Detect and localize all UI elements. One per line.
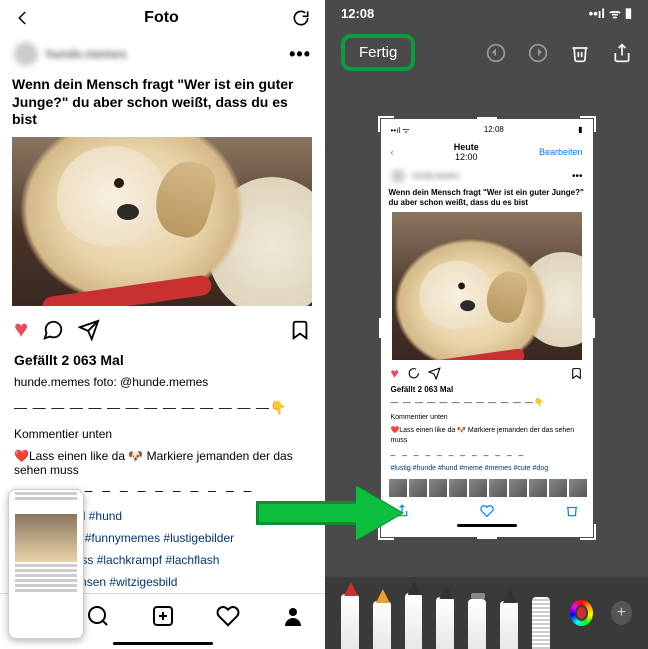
undo-icon[interactable] xyxy=(486,43,506,63)
screenshot-thumbnail[interactable] xyxy=(8,489,84,639)
avatar xyxy=(14,42,38,66)
more-icon[interactable]: ••• xyxy=(289,44,311,65)
screenshot-preview[interactable]: ••ıl ᯤ12:08▮ ‹ Heute12:00 Bearbeiten hun… xyxy=(381,119,593,536)
pen-tool[interactable] xyxy=(341,594,359,649)
status-time: 12:08 xyxy=(341,6,374,21)
photo-strip xyxy=(381,476,593,500)
crop-handle-br[interactable] xyxy=(580,524,596,540)
instagram-view: Foto hunde.memes ••• Wenn dein Mensch fr… xyxy=(0,0,325,649)
crop-handle-r[interactable] xyxy=(592,318,595,338)
color-picker[interactable] xyxy=(570,600,593,626)
mini-heart-icon xyxy=(480,504,494,518)
author-line: hunde.memes foto: @hunde.memes xyxy=(0,370,325,395)
like-tag-line: ❤️Lass einen like da 🐶 Markiere jemanden… xyxy=(0,447,325,479)
post-caption: Wenn dein Mensch fragt "Wer ist ein gute… xyxy=(0,72,325,133)
crop-handle-t[interactable] xyxy=(477,117,497,120)
brush-tool[interactable] xyxy=(500,601,518,649)
back-icon[interactable] xyxy=(14,9,32,27)
markup-editor: 12:08 ••ıl ᯤ▮ Fertig ••ıl ᯤ 12:08 xyxy=(325,0,648,649)
refresh-icon[interactable] xyxy=(291,8,311,28)
page-title: Foto xyxy=(144,9,179,27)
status-bar: 12:08 ••ıl ᯤ▮ xyxy=(325,0,648,26)
mini-edit-label: Bearbeiten xyxy=(539,147,583,157)
redo-icon[interactable] xyxy=(528,43,548,63)
markup-tool-palette: + xyxy=(325,577,648,649)
home-indicator xyxy=(113,642,213,645)
trash-icon[interactable] xyxy=(570,43,590,63)
marker-tool[interactable] xyxy=(373,601,391,649)
activity-icon[interactable] xyxy=(216,604,240,628)
share-icon[interactable] xyxy=(78,319,100,341)
mini-trash-icon xyxy=(565,504,579,518)
divider-dashes: — — — — — — — — — — — — — —👇 xyxy=(0,395,325,422)
crop-handle-tl[interactable] xyxy=(378,116,394,132)
mini-home-indicator xyxy=(457,524,517,527)
pencil-tool[interactable] xyxy=(405,593,423,649)
share-icon[interactable] xyxy=(612,43,632,63)
like-icon[interactable]: ♥ xyxy=(14,316,28,344)
profile-icon[interactable] xyxy=(281,604,305,628)
user-info-blurred: hunde.memes xyxy=(14,42,127,66)
signal-icon: ••ıl xyxy=(589,6,605,21)
wifi-icon: ᯤ xyxy=(609,4,621,22)
crop-handle-b[interactable] xyxy=(477,536,497,539)
lasso-tool[interactable] xyxy=(468,599,486,649)
eraser-tool[interactable] xyxy=(436,597,454,649)
post-photo[interactable] xyxy=(12,137,312,307)
crop-handle-l[interactable] xyxy=(379,318,382,338)
add-tool-button[interactable]: + xyxy=(611,601,632,625)
likes-count[interactable]: Gefällt 2 063 Mal xyxy=(0,350,325,370)
battery-icon: ▮ xyxy=(625,5,632,21)
tutorial-arrow xyxy=(256,489,406,537)
comment-icon[interactable] xyxy=(42,319,64,341)
ruler-tool[interactable] xyxy=(532,597,550,649)
add-post-icon[interactable] xyxy=(151,604,175,628)
crop-handle-tr[interactable] xyxy=(580,116,596,132)
search-icon[interactable] xyxy=(86,604,110,628)
done-button[interactable]: Fertig xyxy=(341,34,415,71)
comment-label: Kommentier unten xyxy=(0,422,325,447)
bookmark-icon[interactable] xyxy=(289,319,311,341)
